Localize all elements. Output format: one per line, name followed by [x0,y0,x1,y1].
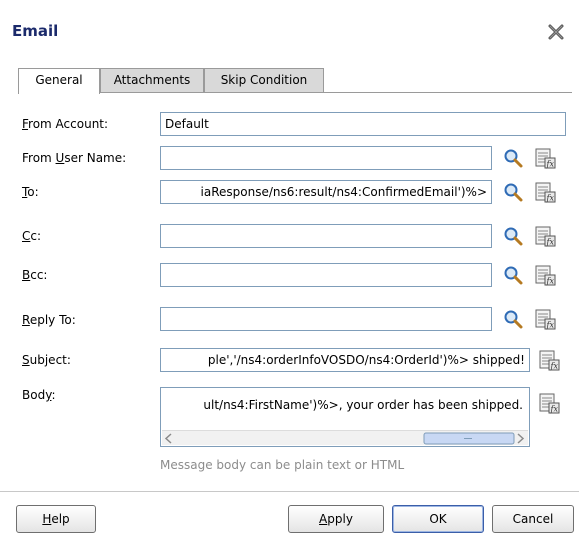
svg-text:fx: fx [546,194,555,203]
body-horizontal-scrollbar[interactable] [162,430,528,445]
dialog-title: Email [12,22,59,40]
cc-label: Cc: [22,229,42,243]
help-button[interactable]: Help [16,505,96,533]
cc-field[interactable] [160,224,492,248]
to-label: To: [22,185,39,199]
from-account-field[interactable]: Default [160,112,566,136]
tab-attachments-label: Attachments [113,73,191,87]
expression-builder-icon[interactable]: fx [534,147,556,169]
from-user-name-label: From User Name: [22,151,127,165]
search-icon[interactable] [502,225,524,247]
expression-builder-icon[interactable]: fx [538,392,560,414]
tab-skip-condition[interactable]: Skip Condition [204,68,324,92]
to-field[interactable]: iaResponse/ns6:result/ns4:ConfirmedEmail… [160,180,492,204]
reply-to-label: Reply To: [22,313,76,327]
search-icon[interactable] [502,308,524,330]
subject-field[interactable]: ple','/ns4:orderInfoVOSDO/ns4:OrderId')%… [160,348,530,372]
apply-button[interactable]: Apply [288,505,384,533]
body-text: ult/ns4:FirstName')%>, your order has be… [203,398,523,412]
search-icon[interactable] [502,147,524,169]
svg-text:fx: fx [550,405,559,414]
svg-text:fx: fx [546,238,555,247]
body-textarea[interactable]: ult/ns4:FirstName')%>, your order has be… [160,387,530,447]
svg-text:fx: fx [550,362,559,371]
expression-builder-icon[interactable]: fx [538,349,560,371]
svg-text:fx: fx [546,321,555,330]
svg-text:fx: fx [546,160,555,169]
bcc-label: Bcc: [22,268,48,282]
bcc-field[interactable] [160,263,492,287]
ok-button[interactable]: OK [392,505,484,533]
search-icon[interactable] [502,181,524,203]
expression-builder-icon[interactable]: fx [534,264,556,286]
subject-label: Subject: [22,353,71,367]
close-icon[interactable] [546,22,566,42]
tab-attachments[interactable]: Attachments [100,68,204,92]
footer-divider [0,491,579,492]
reply-to-field[interactable] [160,307,492,331]
body-hint: Message body can be plain text or HTML [160,458,405,472]
from-user-name-field[interactable] [160,146,492,170]
tab-general[interactable]: General [18,68,100,94]
svg-text:fx: fx [546,277,555,286]
body-label: Body: [22,388,56,402]
search-icon[interactable] [502,264,524,286]
expression-builder-icon[interactable]: fx [534,225,556,247]
expression-builder-icon[interactable]: fx [534,308,556,330]
tab-general-label: General [35,73,83,87]
cancel-button[interactable]: Cancel [492,505,574,533]
from-account-label: From Account: [22,117,109,131]
expression-builder-icon[interactable]: fx [534,181,556,203]
tab-divider [18,92,572,93]
tab-skip-condition-label: Skip Condition [220,73,308,87]
